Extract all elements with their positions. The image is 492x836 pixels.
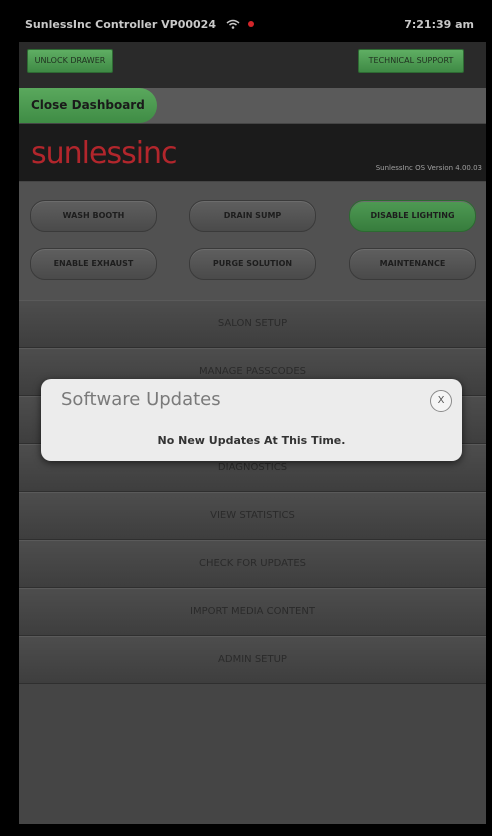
status-bar: SunlessInc Controller VP00024 7:21:39 am [0,0,492,42]
menu-list: SALON SETUP MANAGE PASSCODES DIAGNOSTICS… [19,300,486,684]
disable-lighting-button[interactable]: DISABLE LIGHTING [349,200,476,232]
dashboard-row: Close Dashboard [19,88,486,123]
logo: sunlessinc [31,136,178,171]
device-title: SunlessInc Controller VP00024 [25,18,216,31]
brand-row: sunlessinc SunlessInc OS Version 4.00.03 [19,124,486,181]
wifi-icon [226,19,240,29]
control-area: WASH BOOTH DRAIN SUMP DISABLE LIGHTING E… [19,182,486,300]
alert-icon [247,21,254,27]
menu-item-check-updates[interactable]: CHECK FOR UPDATES [19,540,486,588]
os-version: SunlessInc OS Version 4.00.03 [375,164,482,172]
menu-item-admin-setup[interactable]: ADMIN SETUP [19,636,486,684]
menu-item-salon-setup[interactable]: SALON SETUP [19,300,486,348]
wash-booth-button[interactable]: WASH BOOTH [30,200,157,232]
dialog-title: Software Updates [61,389,221,410]
enable-exhaust-button[interactable]: ENABLE EXHAUST [30,248,157,280]
unlock-drawer-button[interactable]: UNLOCK DRAWER [27,49,113,73]
close-icon[interactable]: X [430,390,452,412]
top-bar: UNLOCK DRAWER TECHNICAL SUPPORT [19,42,486,88]
purge-solution-button[interactable]: PURGE SOLUTION [189,248,316,280]
status-left: SunlessInc Controller VP00024 [25,18,254,31]
close-dashboard-button[interactable]: Close Dashboard [19,88,157,123]
software-updates-dialog: Software Updates X No New Updates At Thi… [41,379,462,461]
technical-support-button[interactable]: TECHNICAL SUPPORT [358,49,464,73]
maintenance-button[interactable]: MAINTENANCE [349,248,476,280]
dialog-message: No New Updates At This Time. [157,434,346,447]
menu-item-import-media[interactable]: IMPORT MEDIA CONTENT [19,588,486,636]
drain-sump-button[interactable]: DRAIN SUMP [189,200,316,232]
clock: 7:21:39 am [404,18,474,31]
menu-item-view-statistics[interactable]: VIEW STATISTICS [19,492,486,540]
